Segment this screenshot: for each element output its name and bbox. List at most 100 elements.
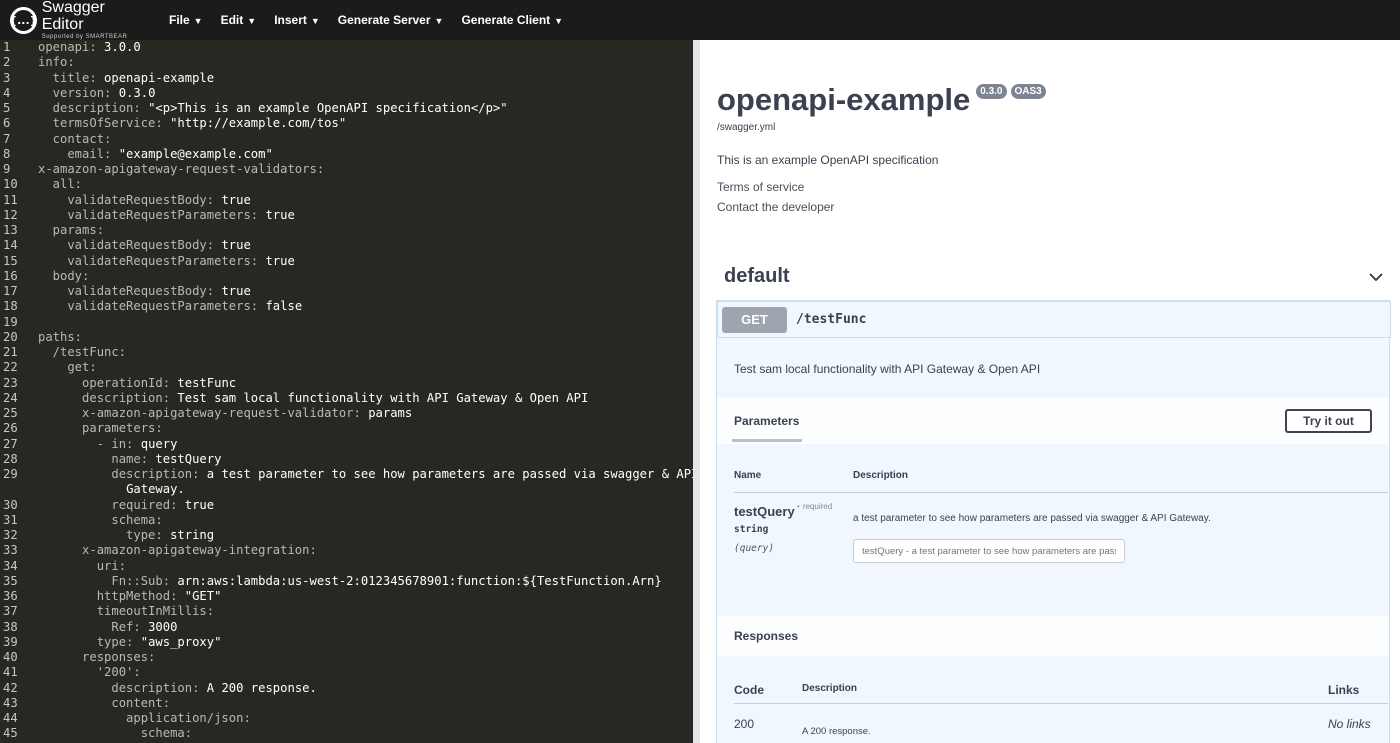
code-line[interactable]: 45 schema: <box>0 726 693 741</box>
code-text[interactable]: Fn::Sub: arn:aws:lambda:us-west-2:012345… <box>28 574 661 589</box>
code-line[interactable]: 41 '200': <box>0 665 693 680</box>
code-text[interactable]: termsOfService: "http://example.com/tos" <box>28 116 347 131</box>
code-line[interactable]: 39 type: "aws_proxy" <box>0 635 693 650</box>
chevron-down-icon[interactable] <box>1366 267 1386 287</box>
code-line[interactable]: 19 <box>0 315 693 330</box>
code-text[interactable]: validateRequestParameters: true <box>28 208 294 223</box>
code-line[interactable]: 44 application/json: <box>0 711 693 726</box>
code-text[interactable]: schema: <box>28 513 162 528</box>
code-text[interactable]: all: <box>28 177 82 192</box>
code-text[interactable]: x-amazon-apigateway-request-validator: p… <box>28 406 412 421</box>
code-line[interactable]: Gateway. <box>0 482 693 497</box>
code-line[interactable]: 15 validateRequestParameters: true <box>0 254 693 269</box>
code-text[interactable]: content: <box>28 696 170 711</box>
code-editor[interactable]: 1 openapi: 3.0.0 2 info: 3 title: openapi-ex… <box>0 40 693 743</box>
code-text[interactable]: validateRequestBody: true <box>28 238 250 253</box>
menu-edit[interactable]: Edit ▼ <box>221 13 257 27</box>
menu-generate-server[interactable]: Generate Server ▼ <box>338 13 444 27</box>
code-line[interactable]: 29 description: a test parameter to see … <box>0 467 693 482</box>
code-text[interactable]: schema: <box>28 726 192 741</box>
tab-parameters[interactable]: Parameters <box>731 398 803 444</box>
code-line[interactable]: 6 termsOfService: "http://example.com/to… <box>0 116 693 131</box>
code-line[interactable]: 2 info: <box>0 55 693 70</box>
code-line[interactable]: 12 validateRequestParameters: true <box>0 208 693 223</box>
code-text[interactable]: Gateway. <box>28 482 185 497</box>
code-text[interactable]: version: 0.3.0 <box>28 86 156 101</box>
code-text[interactable]: httpMethod: "GET" <box>28 589 222 604</box>
code-line[interactable]: 3 title: openapi-example <box>0 71 693 86</box>
code-text[interactable]: openapi: 3.0.0 <box>28 40 141 55</box>
code-text[interactable] <box>28 315 38 330</box>
code-line[interactable]: 8 email: "example@example.com" <box>0 147 693 162</box>
code-text[interactable]: get: <box>28 360 96 375</box>
code-line[interactable]: 27 - in: query <box>0 437 693 452</box>
try-it-out-button[interactable]: Try it out <box>1285 409 1372 433</box>
code-line[interactable]: 18 validateRequestParameters: false <box>0 299 693 314</box>
code-text[interactable]: body: <box>28 269 90 284</box>
code-line[interactable]: 42 description: A 200 response. <box>0 681 693 696</box>
code-text[interactable]: info: <box>28 55 75 70</box>
code-line[interactable]: 25 x-amazon-apigateway-request-validator… <box>0 406 693 421</box>
code-text[interactable]: application/json: <box>28 711 251 726</box>
code-text[interactable]: x-amazon-apigateway-integration: <box>28 543 317 558</box>
code-line[interactable]: 4 version: 0.3.0 <box>0 86 693 101</box>
pane-divider[interactable] <box>693 40 700 743</box>
code-text[interactable]: parameters: <box>28 421 163 436</box>
code-line[interactable]: 43 content: <box>0 696 693 711</box>
code-line[interactable]: 16 body: <box>0 269 693 284</box>
code-line[interactable]: 7 contact: <box>0 132 693 147</box>
code-line[interactable]: 36 httpMethod: "GET" <box>0 589 693 604</box>
operation-summary[interactable]: GET /testFunc <box>717 301 1391 338</box>
code-text[interactable]: '200': <box>28 665 141 680</box>
code-text[interactable]: required: true <box>28 498 214 513</box>
code-text[interactable]: Ref: 3000 <box>28 620 177 635</box>
param-value-input[interactable] <box>853 539 1125 563</box>
code-text[interactable]: x-amazon-apigateway-request-validators: <box>28 162 324 177</box>
code-line[interactable]: 37 timeoutInMillis: <box>0 604 693 619</box>
code-line[interactable]: 20 paths: <box>0 330 693 345</box>
code-line[interactable]: 17 validateRequestBody: true <box>0 284 693 299</box>
code-line[interactable]: 33 x-amazon-apigateway-integration: <box>0 543 693 558</box>
code-text[interactable]: name: testQuery <box>28 452 221 467</box>
code-line[interactable]: 11 validateRequestBody: true <box>0 193 693 208</box>
code-text[interactable]: operationId: testFunc <box>28 376 236 391</box>
code-text[interactable]: description: A 200 response. <box>28 681 316 696</box>
code-line[interactable]: 38 Ref: 3000 <box>0 620 693 635</box>
code-line[interactable]: 5 description: "<p>This is an example Op… <box>0 101 693 116</box>
code-text[interactable]: description: "<p>This is an example Open… <box>28 101 508 116</box>
code-text[interactable]: description: a test parameter to see how… <box>28 467 693 482</box>
code-line[interactable]: 23 operationId: testFunc <box>0 376 693 391</box>
spec-url[interactable]: /swagger.yml <box>717 122 775 133</box>
code-line[interactable]: 32 type: string <box>0 528 693 543</box>
code-line[interactable]: 21 /testFunc: <box>0 345 693 360</box>
code-text[interactable]: - in: query <box>28 437 178 452</box>
code-text[interactable]: validateRequestBody: true <box>28 284 250 299</box>
code-text[interactable]: type: string <box>28 528 214 543</box>
code-line[interactable]: 22 get: <box>0 360 693 375</box>
swagger-logo[interactable]: {...} Swagger Editor Supported by SMARTB… <box>9 0 150 41</box>
tag-default-header[interactable]: default <box>716 253 1390 301</box>
code-text[interactable]: params: <box>28 223 104 238</box>
code-line[interactable]: 14 validateRequestBody: true <box>0 238 693 253</box>
menu-file[interactable]: File ▼ <box>169 13 203 27</box>
code-line[interactable]: 35 Fn::Sub: arn:aws:lambda:us-west-2:012… <box>0 574 693 589</box>
menu-generate-client[interactable]: Generate Client ▼ <box>461 13 563 27</box>
code-line[interactable]: 30 required: true <box>0 498 693 513</box>
code-line[interactable]: 13 params: <box>0 223 693 238</box>
code-text[interactable]: validateRequestParameters: true <box>28 254 294 269</box>
code-text[interactable]: type: "aws_proxy" <box>28 635 222 650</box>
terms-of-service-link[interactable]: Terms of service <box>717 180 804 194</box>
code-text[interactable]: description: Test sam local functionalit… <box>28 391 588 406</box>
code-text[interactable]: uri: <box>28 559 126 574</box>
code-line[interactable]: 26 parameters: <box>0 421 693 436</box>
code-text[interactable]: timeoutInMillis: <box>28 604 214 619</box>
code-line[interactable]: 31 schema: <box>0 513 693 528</box>
code-line[interactable]: 24 description: Test sam local functiona… <box>0 391 693 406</box>
code-text[interactable]: title: openapi-example <box>28 71 214 86</box>
contact-developer-link[interactable]: Contact the developer <box>717 200 834 214</box>
code-line[interactable]: 10 all: <box>0 177 693 192</box>
code-lines[interactable]: 1 openapi: 3.0.0 2 info: 3 title: openapi-ex… <box>0 40 693 742</box>
code-text[interactable]: contact: <box>28 132 112 147</box>
code-text[interactable]: /testFunc: <box>28 345 126 360</box>
code-text[interactable]: validateRequestParameters: false <box>28 299 302 314</box>
